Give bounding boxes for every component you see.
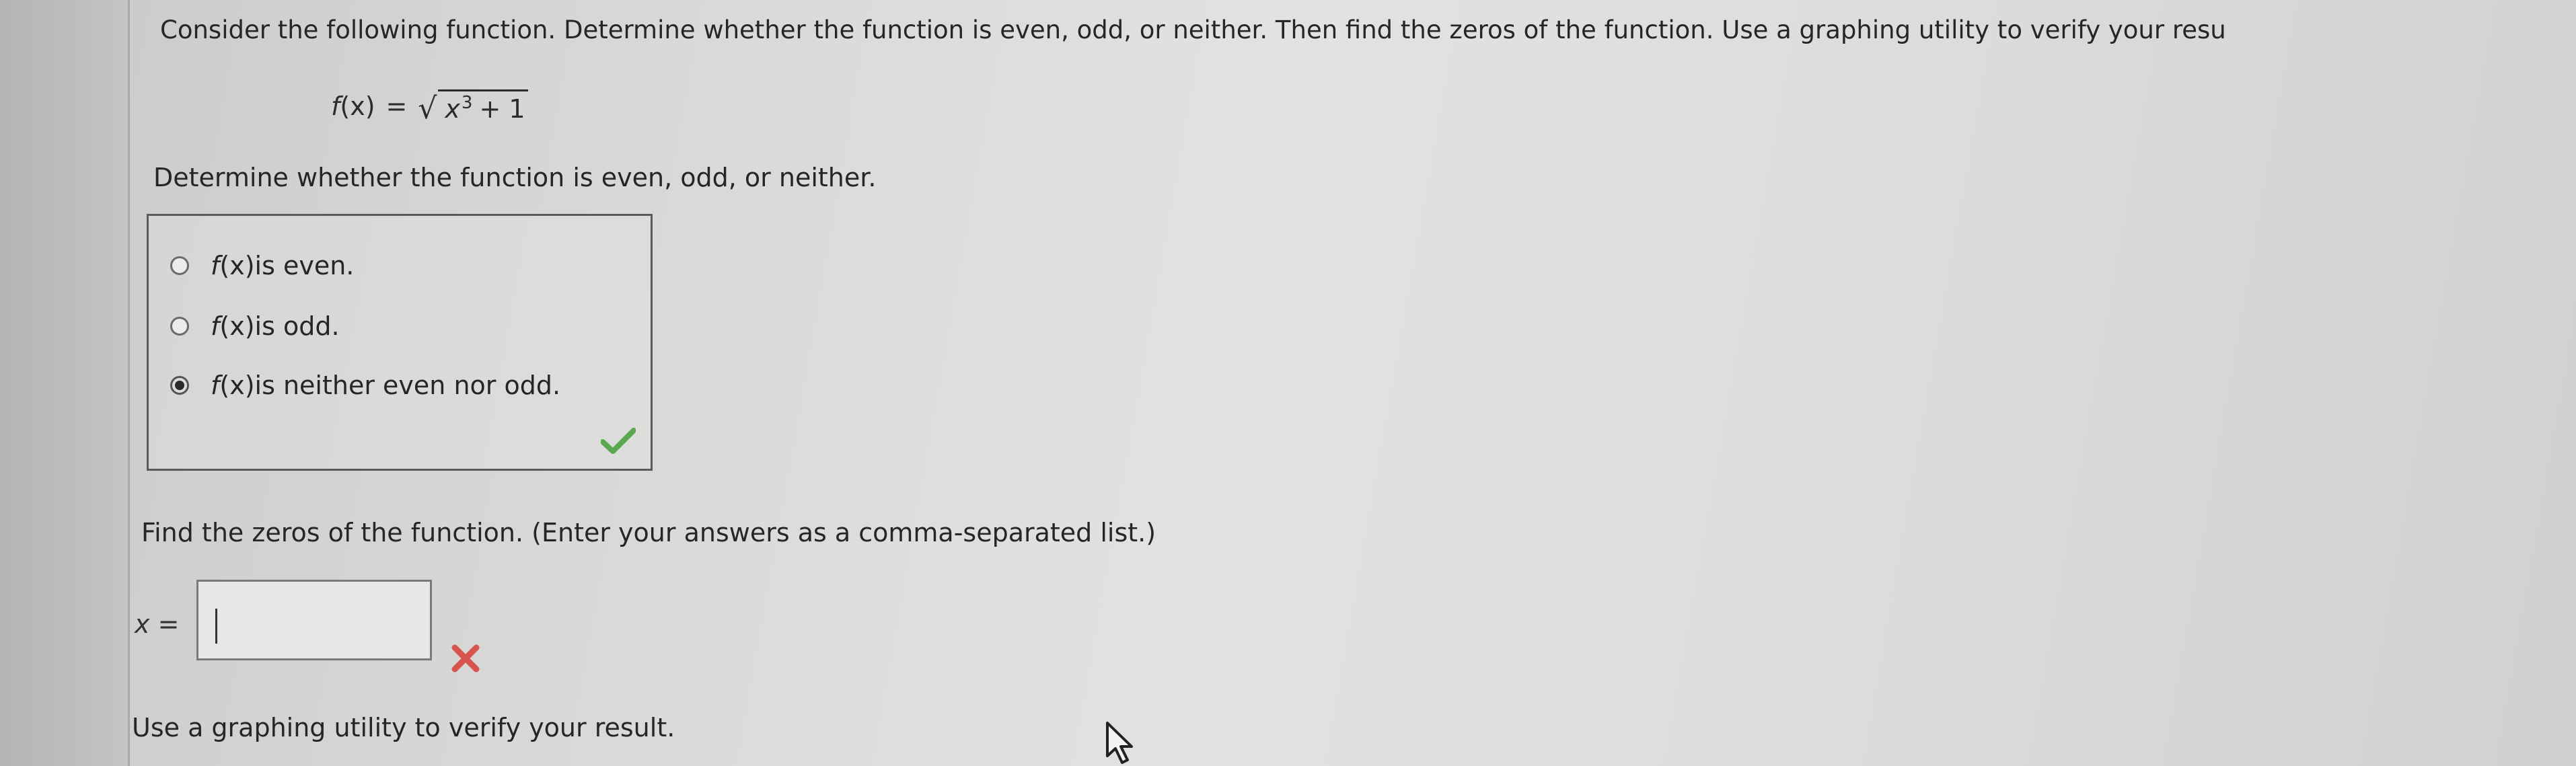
left-margin [0, 0, 130, 766]
option-odd-label: is odd. [254, 311, 340, 341]
formula-lhs: f(x) [331, 91, 375, 121]
part3-label: Use a graphing utility to verify your re… [132, 713, 675, 742]
radicand: x 3 + 1 [438, 89, 528, 124]
option-neither-label: is neither even nor odd. [254, 371, 561, 400]
exponent: 3 [461, 92, 473, 113]
square-root: √ x 3 + 1 [418, 89, 528, 126]
question-prompt: Consider the following function. Determi… [160, 15, 2226, 44]
checkmark-icon [601, 428, 636, 454]
option-even-label: is even. [254, 251, 355, 280]
formula-equals: = [385, 91, 408, 121]
option-odd[interactable]: f(x) is odd. [170, 306, 340, 346]
radio-neither[interactable] [170, 376, 189, 395]
option-neither[interactable]: f(x) is neither even nor odd. [170, 365, 560, 406]
answer-variable-label: x = [135, 609, 180, 639]
radical-sign-icon: √ [418, 91, 437, 126]
function-formula: f(x) = √ x 3 + 1 [331, 79, 528, 133]
text-cursor [215, 609, 217, 644]
part1-label: Determine whether the function is even, … [153, 163, 877, 192]
options-group: f(x) is even. f(x) is odd. f(x) is neith… [147, 214, 653, 471]
part2-label: Find the zeros of the function. (Enter y… [141, 518, 1156, 547]
option-even[interactable]: f(x) is even. [170, 245, 354, 286]
zeros-answer-input[interactable] [196, 580, 432, 660]
mouse-pointer-icon [1106, 722, 1133, 764]
radio-odd[interactable] [170, 317, 189, 336]
x-mark-icon [451, 644, 480, 673]
radio-even[interactable] [170, 256, 189, 275]
